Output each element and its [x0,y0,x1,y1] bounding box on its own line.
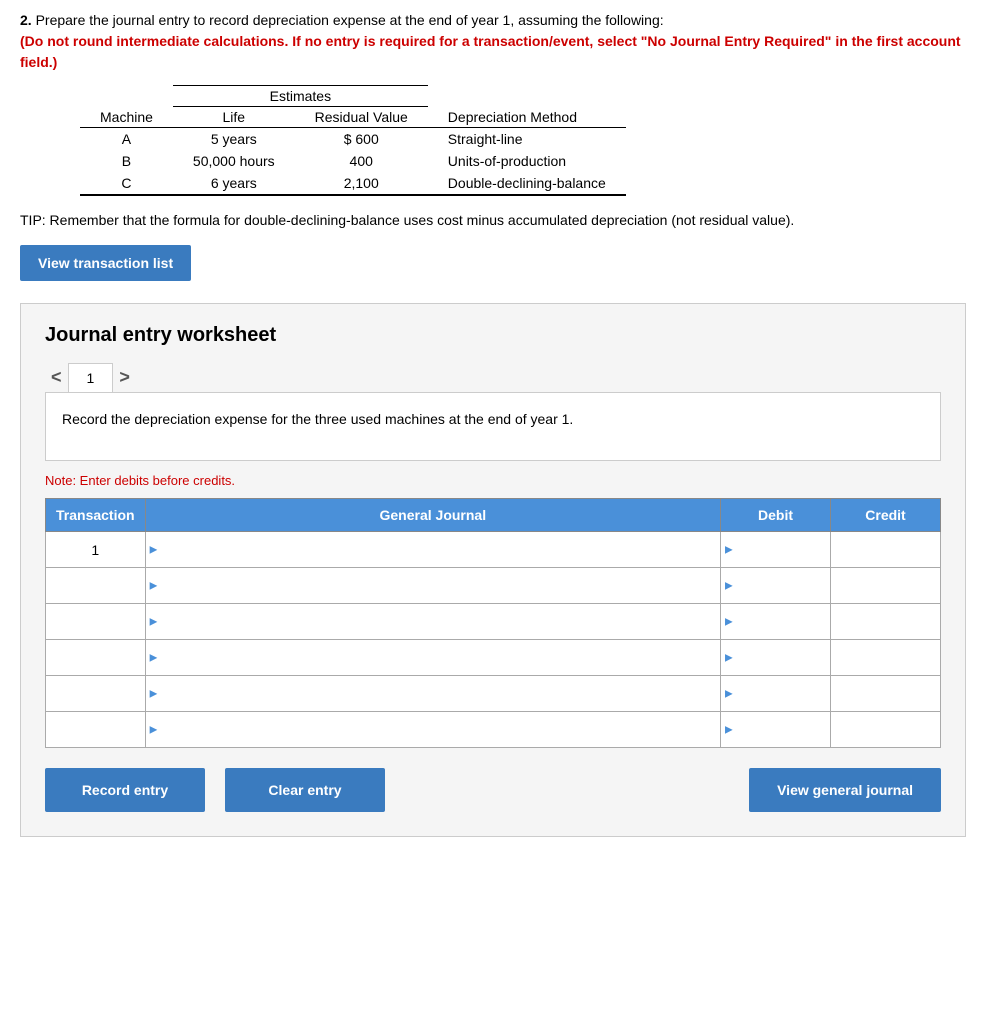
gj-input-4[interactable] [146,640,720,675]
table-row: C 6 years 2,100 Double-declining-balance [80,172,626,195]
machine-c: C [80,172,173,195]
table-row [46,604,941,640]
gj-input-1[interactable] [146,532,720,567]
life-c: 6 years [173,172,295,195]
table-row [46,712,941,748]
gj-cell-1[interactable] [145,532,720,568]
record-entry-button[interactable]: Record entry [45,768,205,812]
life-a: 5 years [173,128,295,151]
debit-input-3[interactable] [721,604,830,639]
transaction-cell-5 [46,676,146,712]
credit-input-1[interactable] [831,532,940,567]
credit-input-5[interactable] [831,676,940,711]
col-life-header: Life [173,107,295,128]
debit-header: Debit [721,499,831,532]
transaction-header: Transaction [46,499,146,532]
credit-cell-6[interactable] [831,712,941,748]
credit-input-3[interactable] [831,604,940,639]
gj-input-5[interactable] [146,676,720,711]
question-number: 2. [20,12,32,28]
red-instruction: (Do not round intermediate calculations.… [20,33,961,70]
debit-input-2[interactable] [721,568,830,603]
view-general-journal-button[interactable]: View general journal [749,768,941,812]
machine-header-empty [80,86,173,107]
credit-cell-1[interactable] [831,532,941,568]
gj-cell-3[interactable] [145,604,720,640]
question-text: Prepare the journal entry to record depr… [36,12,664,28]
table-row: B 50,000 hours 400 Units-of-production [80,150,626,172]
table-row [46,676,941,712]
credit-cell-2[interactable] [831,568,941,604]
debit-cell-5[interactable] [721,676,831,712]
credit-input-2[interactable] [831,568,940,603]
machine-a: A [80,128,173,151]
gj-cell-2[interactable] [145,568,720,604]
credit-cell-3[interactable] [831,604,941,640]
debit-input-5[interactable] [721,676,830,711]
clear-entry-button[interactable]: Clear entry [225,768,385,812]
debit-input-4[interactable] [721,640,830,675]
transaction-cell-3 [46,604,146,640]
bottom-buttons: Record entry Clear entry View general jo… [45,768,941,812]
credit-input-4[interactable] [831,640,940,675]
credit-input-6[interactable] [831,712,940,747]
gj-cell-6[interactable] [145,712,720,748]
debit-input-1[interactable] [721,532,830,567]
estimates-section: Estimates Machine Life Residual Value De… [20,85,966,196]
residual-c: 2,100 [295,172,428,195]
gj-input-6[interactable] [146,712,720,747]
method-header-empty [428,86,626,107]
debit-cell-3[interactable] [721,604,831,640]
tab-1[interactable]: 1 [68,363,114,392]
tab-next-button[interactable]: > [113,363,136,392]
debit-input-6[interactable] [721,712,830,747]
table-row [46,640,941,676]
estimates-table: Estimates Machine Life Residual Value De… [80,85,626,196]
table-row: 1 [46,532,941,568]
transaction-cell-2 [46,568,146,604]
debit-cell-6[interactable] [721,712,831,748]
method-a: Straight-line [428,128,626,151]
description-box: Record the depreciation expense for the … [45,392,941,461]
tab-prev-button[interactable]: < [45,363,68,392]
gj-input-3[interactable] [146,604,720,639]
life-b: 50,000 hours [173,150,295,172]
gj-cell-4[interactable] [145,640,720,676]
col-method-header: Depreciation Method [428,107,626,128]
debit-cell-4[interactable] [721,640,831,676]
journal-table: Transaction General Journal Debit Credit… [45,498,941,748]
gj-cell-5[interactable] [145,676,720,712]
method-c: Double-declining-balance [428,172,626,195]
credit-header: Credit [831,499,941,532]
transaction-cell-6 [46,712,146,748]
general-journal-header: General Journal [145,499,720,532]
worksheet-title: Journal entry worksheet [45,324,941,347]
col-residual-header: Residual Value [295,107,428,128]
debit-cell-2[interactable] [721,568,831,604]
view-transaction-button[interactable]: View transaction list [20,245,191,281]
description-text: Record the depreciation expense for the … [62,411,573,427]
transaction-cell-1: 1 [46,532,146,568]
credit-cell-4[interactable] [831,640,941,676]
table-row [46,568,941,604]
table-row: A 5 years $ 600 Straight-line [80,128,626,151]
estimates-title: Estimates [173,86,428,107]
tab-navigation: < 1 > [45,363,941,392]
journal-worksheet: Journal entry worksheet < 1 > Record the… [20,303,966,837]
question-header: 2. Prepare the journal entry to record d… [20,10,966,73]
machine-b: B [80,150,173,172]
debit-cell-1[interactable] [721,532,831,568]
col-machine-header: Machine [80,107,173,128]
method-b: Units-of-production [428,150,626,172]
credit-cell-5[interactable] [831,676,941,712]
residual-b: 400 [295,150,428,172]
transaction-cell-4 [46,640,146,676]
residual-a: $ 600 [295,128,428,151]
note-text: Note: Enter debits before credits. [45,473,941,488]
tip-text: TIP: Remember that the formula for doubl… [20,210,966,231]
gj-input-2[interactable] [146,568,720,603]
